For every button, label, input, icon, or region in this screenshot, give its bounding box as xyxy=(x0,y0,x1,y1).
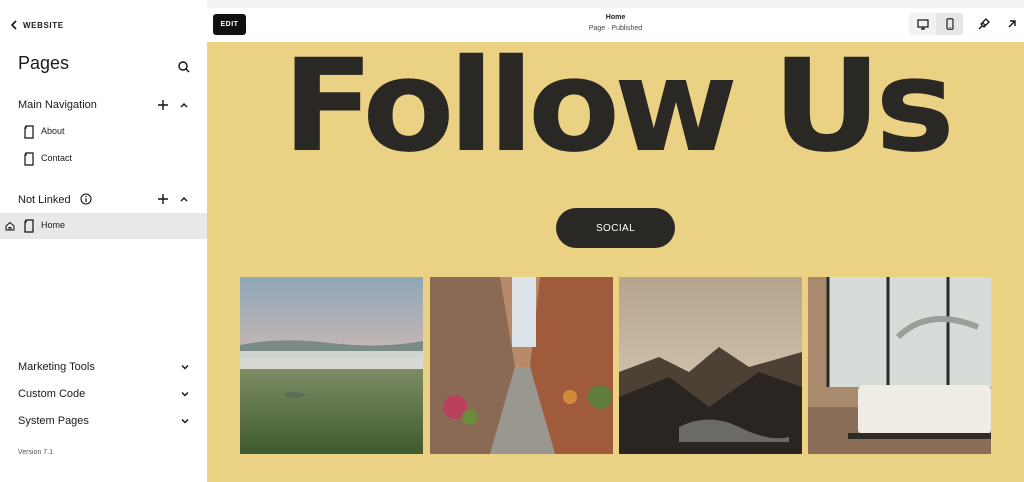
section-label: Custom Code xyxy=(18,388,86,400)
pages-sidebar: WEBSITE Pages Main Navigation About Cont… xyxy=(0,0,207,482)
desktop-view-button[interactable] xyxy=(909,13,936,35)
chevron-down-icon xyxy=(181,392,189,397)
gallery-image-bedroom xyxy=(808,277,991,454)
preview-toolbar: EDIT Home Page · Published xyxy=(207,8,1024,42)
chevron-down-icon xyxy=(181,419,189,424)
section-label: Not Linked xyxy=(18,193,71,206)
section-main-navigation: Main Navigation xyxy=(18,96,191,114)
gallery-image-mountains xyxy=(619,277,802,454)
page-item-label: Home xyxy=(41,220,66,230)
page-preview-canvas[interactable]: Follow Us SOCIAL xyxy=(207,42,1024,482)
info-icon[interactable] xyxy=(80,192,92,205)
page-status: Page · Published xyxy=(588,25,643,32)
panel-title: Pages xyxy=(18,53,70,73)
arrow-up-right-icon xyxy=(1008,20,1016,28)
add-page-button[interactable] xyxy=(155,97,171,113)
gallery-image-alley xyxy=(430,277,613,454)
version-label: Version 7.1 xyxy=(18,449,54,456)
page-item-contact[interactable]: Contact xyxy=(0,146,207,172)
plus-icon xyxy=(158,194,168,204)
page-item-about[interactable]: About xyxy=(0,119,207,145)
search-icon[interactable] xyxy=(176,59,192,75)
section-label: System Pages xyxy=(18,415,89,427)
collapse-section-button[interactable] xyxy=(176,97,192,113)
gallery-image-meadow xyxy=(240,277,423,454)
home-icon xyxy=(5,221,15,231)
page-item-label: About xyxy=(41,126,65,136)
chevron-up-icon xyxy=(180,197,188,202)
page-item-label: Contact xyxy=(41,153,73,163)
hero-headline: Follow Us xyxy=(282,42,955,181)
page-icon xyxy=(24,219,34,233)
social-button[interactable]: SOCIAL xyxy=(556,208,675,248)
mobile-icon xyxy=(945,18,954,30)
open-site-button[interactable] xyxy=(1003,15,1021,33)
paintbrush-icon xyxy=(978,18,990,30)
page-item-home[interactable]: Home xyxy=(0,213,207,239)
plus-icon xyxy=(158,100,168,110)
chevron-up-icon xyxy=(180,103,188,108)
chevron-down-icon xyxy=(181,365,189,370)
section-not-linked: Not Linked xyxy=(18,190,191,208)
desktop-icon xyxy=(916,18,929,30)
chevron-left-icon xyxy=(10,20,17,30)
back-label: WEBSITE xyxy=(23,20,64,30)
page-icon xyxy=(24,152,34,166)
back-to-website-button[interactable]: WEBSITE xyxy=(10,17,64,33)
section-custom-code[interactable]: Custom Code xyxy=(18,385,190,403)
mobile-view-button[interactable] xyxy=(936,13,963,35)
add-page-button[interactable] xyxy=(155,191,171,207)
collapse-section-button[interactable] xyxy=(176,191,192,207)
section-system-pages[interactable]: System Pages xyxy=(18,412,190,430)
site-styles-button[interactable] xyxy=(975,15,993,33)
page-title: Home xyxy=(605,14,626,21)
section-marketing-tools[interactable]: Marketing Tools xyxy=(18,358,190,376)
page-icon xyxy=(24,125,34,139)
section-label: Marketing Tools xyxy=(18,361,95,373)
